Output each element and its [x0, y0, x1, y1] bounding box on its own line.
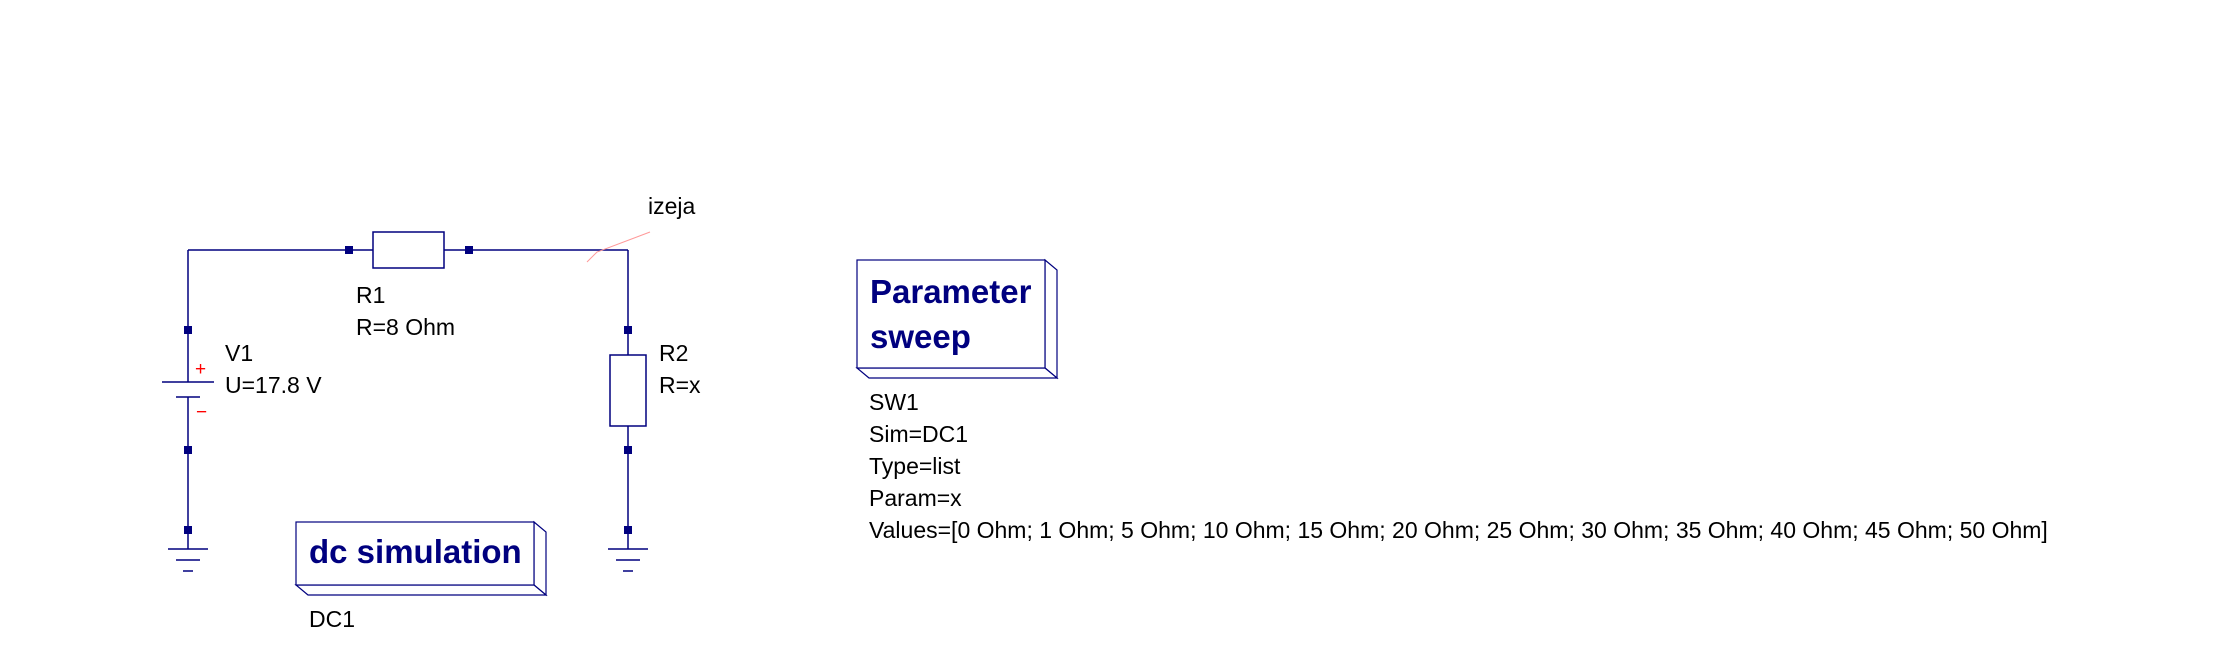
schematic-canvas[interactable]: + − izeja R1 R=8 Ohm R2 R=x V1 U=17.8 V …	[0, 0, 2240, 656]
polarity-minus: −	[196, 402, 207, 423]
sweep-type-label[interactable]: Type=list	[869, 453, 961, 479]
ground-left[interactable]	[168, 530, 208, 572]
polarity-plus: +	[195, 359, 206, 380]
schematic-svg: + − izeja R1 R=8 Ohm R2 R=x V1 U=17.8 V …	[162, 193, 2048, 632]
port-r2-bottom[interactable]	[624, 446, 632, 454]
dc-simulation-name: DC1	[309, 606, 355, 632]
sweep-values-label[interactable]: Values=[0 Ohm; 1 Ohm; 5 Ohm; 10 Ohm; 15 …	[869, 517, 2048, 543]
v1-param-label[interactable]: U=17.8 V	[225, 372, 322, 398]
resistor-r1-body	[372, 231, 445, 269]
node-label-izeja[interactable]: izeja	[648, 193, 696, 219]
resistor-r1[interactable]	[349, 231, 469, 269]
r1-name-label: R1	[356, 282, 385, 308]
sweep-name-label: SW1	[869, 389, 919, 415]
r2-param-label[interactable]: R=x	[659, 372, 701, 398]
node-label-leader	[586, 231, 651, 263]
port-ground-right[interactable]	[624, 526, 632, 534]
port-r1-right[interactable]	[465, 246, 473, 254]
dc-block-title: dc simulation	[309, 533, 522, 570]
dc-block-side	[533, 520, 547, 597]
parameter-sweep-block[interactable]: Parameter sweep	[855, 258, 1059, 380]
voltage-source-v1[interactable]	[162, 330, 214, 450]
r1-param-label[interactable]: R=8 Ohm	[356, 314, 455, 340]
dc-block-bottom	[294, 584, 548, 596]
port-ground-left[interactable]	[184, 526, 192, 534]
sweep-block-title-line1: Parameter	[870, 273, 1032, 310]
sweep-block-bottom	[855, 367, 1059, 379]
v1-name-label: V1	[225, 340, 253, 366]
sweep-block-side	[1044, 258, 1058, 380]
port-r1-left[interactable]	[345, 246, 353, 254]
ground-right[interactable]	[608, 530, 648, 572]
port-r2-top[interactable]	[624, 326, 632, 334]
resistor-r2-body	[609, 354, 647, 427]
sweep-param-label[interactable]: Param=x	[869, 485, 962, 511]
resistor-r2[interactable]	[609, 330, 647, 450]
port-v1-top[interactable]	[184, 326, 192, 334]
r2-name-label: R2	[659, 340, 688, 366]
port-v1-bottom[interactable]	[184, 446, 192, 454]
sweep-sim-label[interactable]: Sim=DC1	[869, 421, 968, 447]
sweep-block-title-line2: sweep	[870, 318, 971, 355]
dc-simulation-block[interactable]: dc simulation	[294, 520, 548, 597]
